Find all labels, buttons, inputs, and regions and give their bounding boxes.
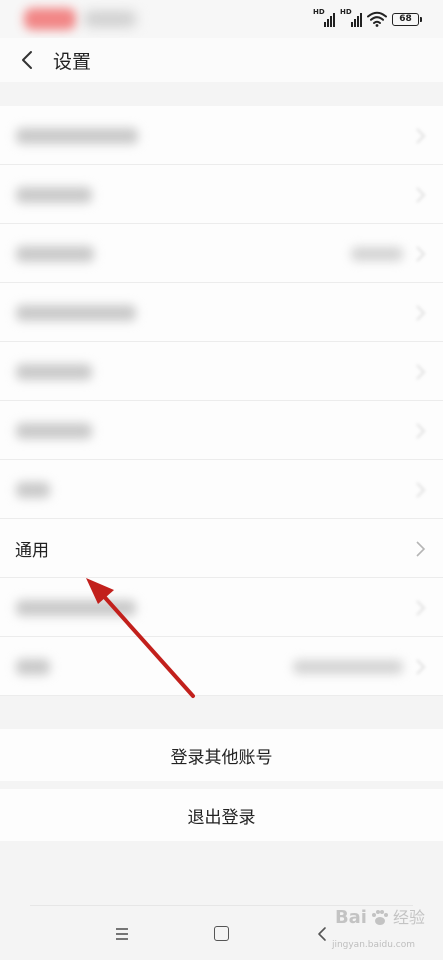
settings-row-blurred[interactable] bbox=[0, 637, 443, 696]
chevron-right-icon bbox=[416, 541, 426, 557]
signal-icon: HD bbox=[340, 8, 362, 27]
back-nav-icon[interactable] bbox=[316, 925, 328, 943]
chevron-right-icon bbox=[416, 600, 426, 616]
baidu-watermark: Bai 经验 bbox=[334, 907, 425, 928]
chevron-right-icon bbox=[416, 246, 426, 262]
chevron-right-icon bbox=[416, 659, 426, 675]
settings-row-blurred[interactable] bbox=[0, 460, 443, 519]
menu-icon[interactable] bbox=[114, 927, 130, 941]
settings-list: 通用 bbox=[0, 106, 443, 696]
chevron-right-icon bbox=[416, 305, 426, 321]
header-bar: 设置 bbox=[0, 38, 443, 82]
settings-row-blurred[interactable] bbox=[0, 401, 443, 460]
wifi-icon bbox=[367, 11, 387, 27]
chevron-right-icon bbox=[416, 423, 426, 439]
settings-row-general[interactable]: 通用 bbox=[0, 519, 443, 578]
login-other-account-button[interactable]: 登录其他账号 bbox=[0, 729, 443, 781]
watermark-url: jingyan.baidu.com bbox=[331, 940, 415, 950]
settings-row-blurred[interactable] bbox=[0, 578, 443, 637]
home-icon[interactable] bbox=[214, 926, 229, 941]
signal-icon: HD bbox=[313, 8, 335, 27]
status-blurred-info bbox=[84, 11, 136, 27]
page-title: 设置 bbox=[53, 51, 92, 73]
status-bar: HD HD 68 bbox=[0, 0, 443, 38]
chevron-right-icon bbox=[416, 364, 426, 380]
battery-icon: 68 bbox=[392, 12, 422, 26]
back-arrow-icon[interactable] bbox=[12, 44, 44, 76]
status-icons: HD HD 68 bbox=[313, 8, 422, 29]
settings-row-blurred[interactable] bbox=[0, 165, 443, 224]
logout-button[interactable]: 退出登录 bbox=[0, 789, 443, 841]
chevron-right-icon bbox=[416, 128, 426, 144]
settings-row-blurred[interactable] bbox=[0, 342, 443, 401]
paw-icon bbox=[371, 910, 388, 925]
status-blurred-time bbox=[24, 8, 76, 30]
settings-row-blurred[interactable] bbox=[0, 224, 443, 283]
settings-row-blurred[interactable] bbox=[0, 106, 443, 165]
chevron-right-icon bbox=[416, 482, 426, 498]
settings-row-blurred[interactable] bbox=[0, 283, 443, 342]
chevron-right-icon bbox=[416, 187, 426, 203]
settings-row-general-label: 通用 bbox=[15, 541, 49, 561]
